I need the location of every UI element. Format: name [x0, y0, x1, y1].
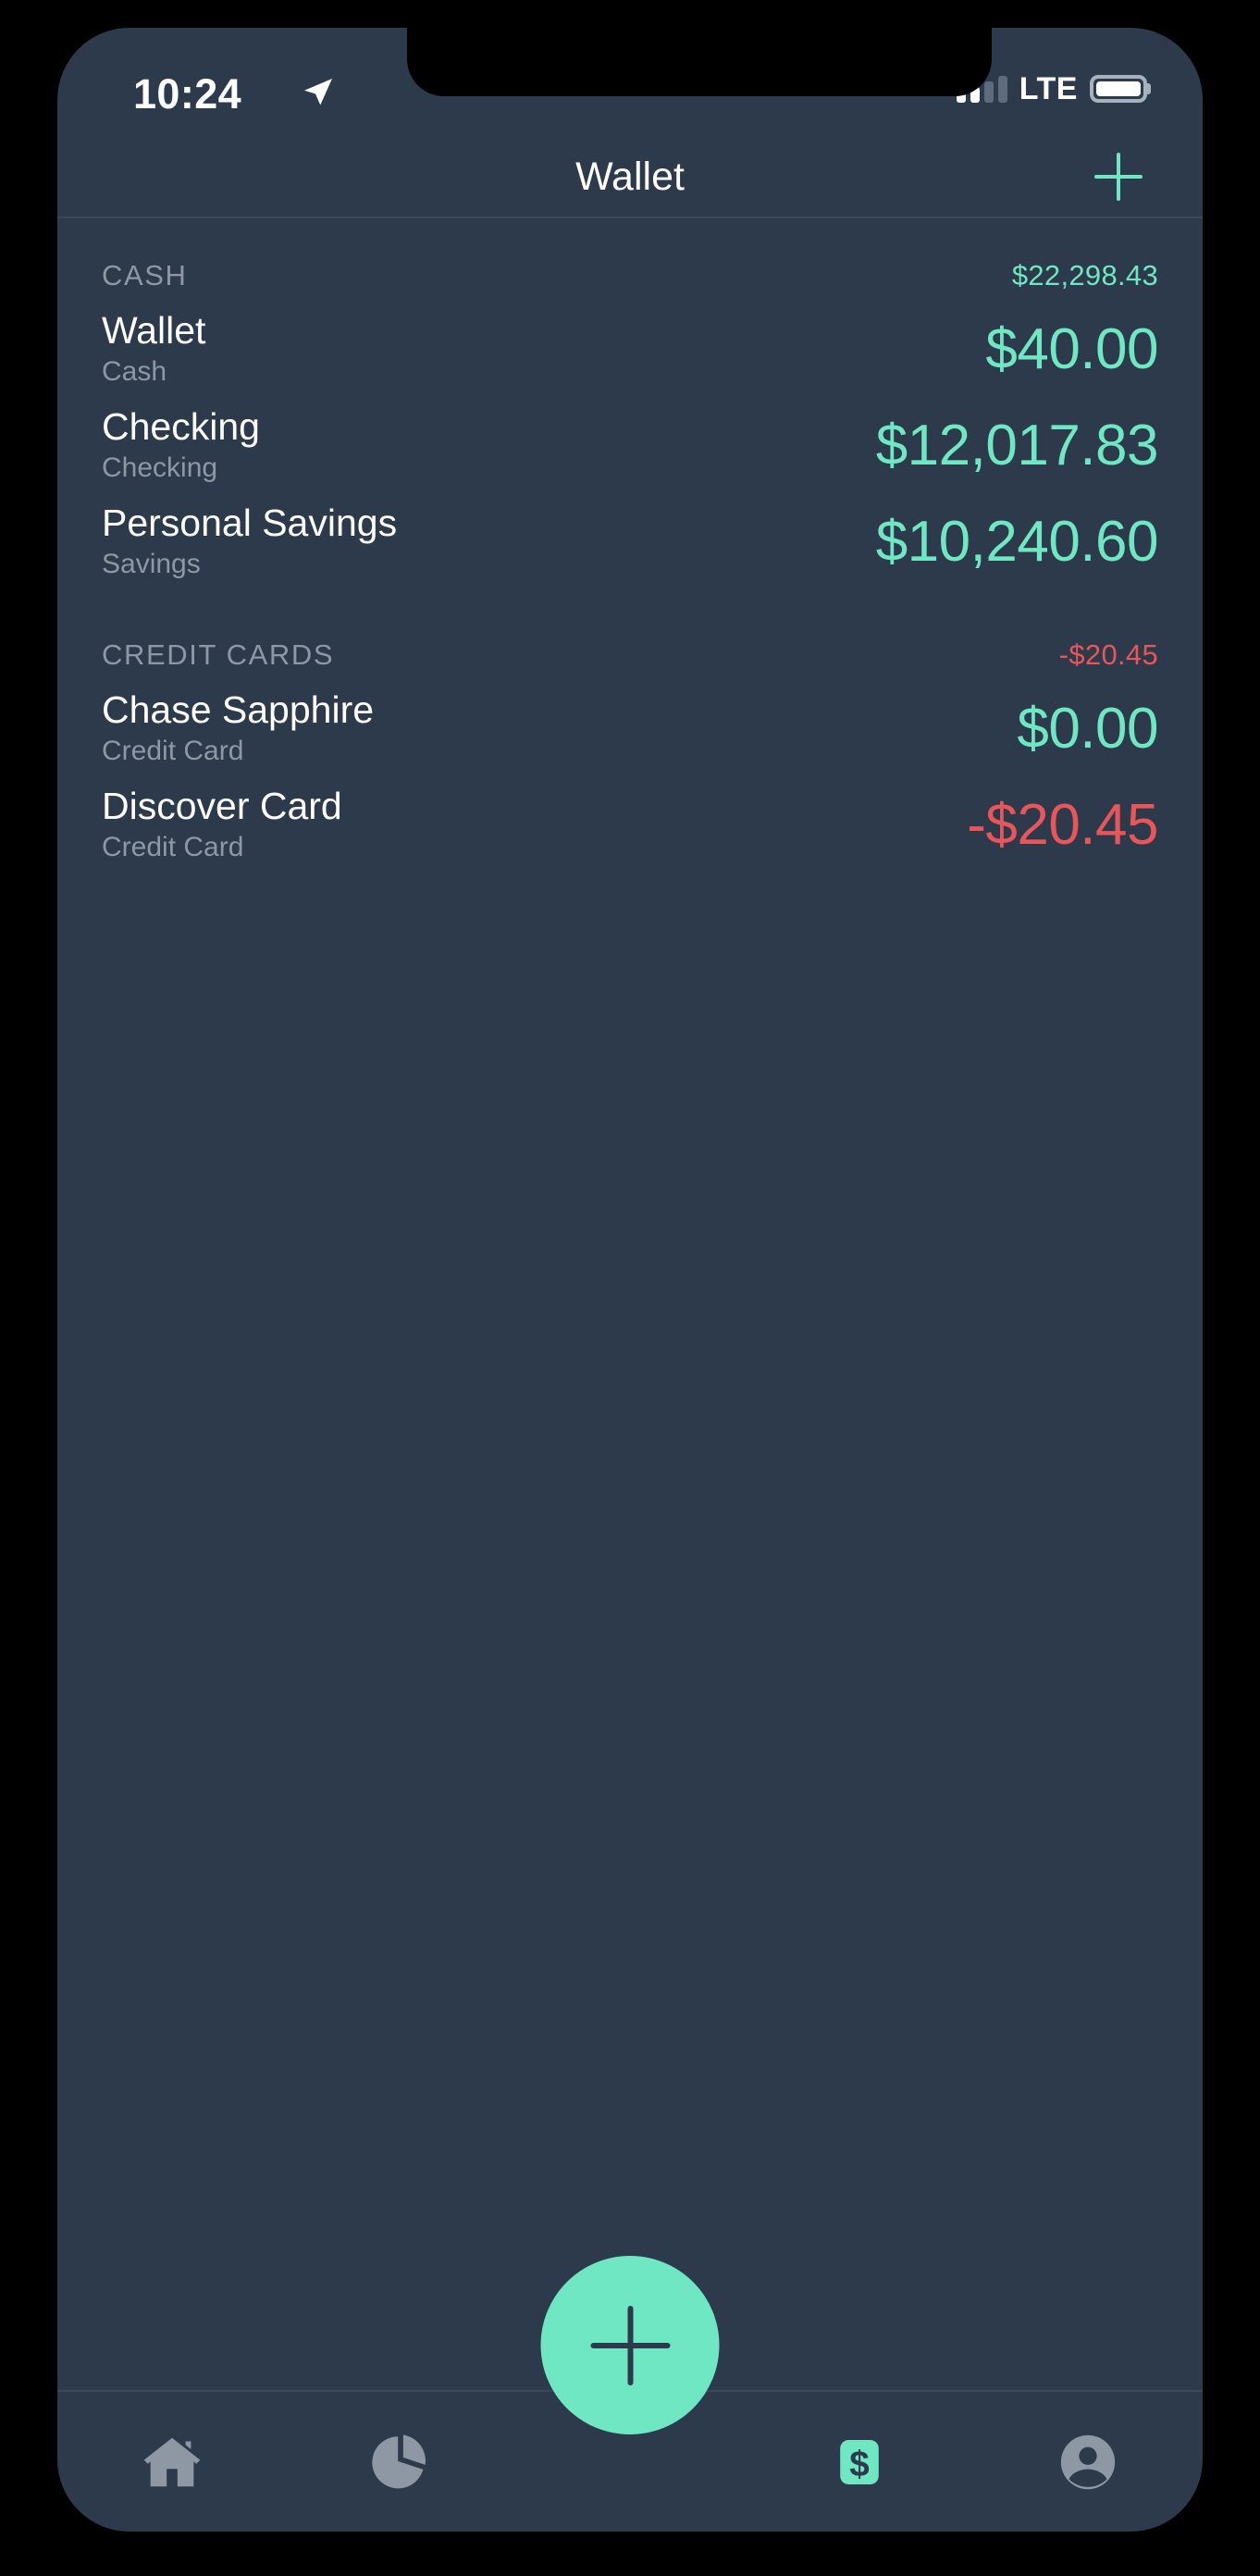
account-info: Personal Savings Savings	[102, 504, 397, 578]
account-balance: $10,240.60	[875, 509, 1159, 574]
phone-screen: 10:24 LTE Wallet CASH $22,298.43 Wallet …	[57, 28, 1203, 2532]
page-title: Wallet	[575, 155, 685, 199]
tab-home[interactable]	[57, 2392, 287, 2532]
battery-icon	[1090, 75, 1147, 103]
account-row[interactable]: Discover Card Credit Card -$20.45	[57, 768, 1203, 864]
account-row[interactable]: Checking Checking $12,017.83	[57, 389, 1203, 485]
wallet-dollar-icon: $	[839, 2439, 879, 2484]
account-info: Discover Card Credit Card	[102, 787, 342, 861]
account-type: Savings	[102, 549, 201, 579]
profile-icon	[1061, 2434, 1116, 2489]
account-name: Chase Sapphire	[102, 688, 375, 731]
section-total: -$20.45	[1058, 638, 1158, 671]
account-balance: $0.00	[1017, 696, 1158, 761]
device-notch	[407, 28, 992, 96]
account-name: Wallet	[102, 309, 206, 352]
account-info: Chase Sapphire Credit Card	[102, 691, 374, 765]
account-type: Cash	[102, 356, 167, 387]
section-header-cash: CASH $22,298.43	[57, 218, 1203, 292]
account-row[interactable]: Chase Sapphire Credit Card $0.00	[57, 672, 1203, 768]
add-transaction-fab[interactable]	[540, 2256, 720, 2434]
battery-tip	[1145, 83, 1151, 94]
account-info: Checking Checking	[102, 408, 260, 482]
account-list: CASH $22,298.43 Wallet Cash $40.00 Check…	[57, 218, 1203, 864]
tab-wallet[interactable]: $	[745, 2392, 974, 2532]
location-arrow-icon	[304, 79, 332, 105]
tab-profile[interactable]	[973, 2392, 1203, 2532]
account-name: Personal Savings	[102, 502, 398, 544]
section-title: CREDIT CARDS	[102, 638, 335, 671]
account-balance: -$20.45	[967, 792, 1158, 857]
app-header: Wallet	[57, 137, 1203, 217]
home-icon	[143, 2437, 201, 2486]
account-type: Credit Card	[102, 832, 244, 862]
account-info: Wallet Cash	[102, 312, 205, 386]
network-type-label: LTE	[1019, 70, 1078, 106]
status-time: 10:24	[133, 70, 242, 118]
svg-text:$: $	[849, 2444, 870, 2483]
header-divider	[57, 217, 1203, 218]
tab-reports[interactable]	[287, 2392, 516, 2532]
section-title: CASH	[102, 259, 188, 291]
account-balance: $40.00	[985, 316, 1158, 381]
section-total: $22,298.43	[1011, 259, 1158, 291]
account-name: Checking	[102, 405, 260, 448]
section-header-credit-cards: CREDIT CARDS -$20.45	[57, 581, 1203, 672]
add-account-button[interactable]	[1079, 137, 1158, 217]
account-type: Credit Card	[102, 736, 244, 766]
pie-chart-icon	[372, 2434, 426, 2488]
account-balance: $12,017.83	[875, 413, 1159, 477]
account-type: Checking	[102, 452, 218, 483]
account-name: Discover Card	[102, 785, 342, 827]
account-row[interactable]: Wallet Cash $40.00	[57, 292, 1203, 389]
account-row[interactable]: Personal Savings Savings $10,240.60	[57, 485, 1203, 581]
